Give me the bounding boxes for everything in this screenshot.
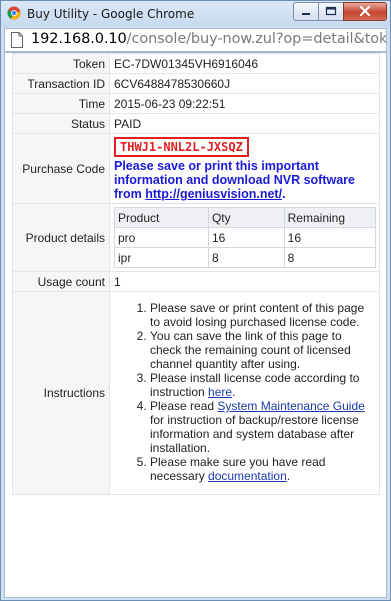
token-value: EC-7DW01345VH6916046 <box>109 53 380 74</box>
url-path: /console/buy-now.zul?op=detail&toker <box>126 31 387 47</box>
close-button[interactable] <box>343 2 387 21</box>
address-bar[interactable]: 192.168.0.10/console/buy-now.zul?op=deta… <box>4 28 387 52</box>
window-title: Buy Utility - Google Chrome <box>27 7 195 21</box>
qty-cell: 8 <box>207 247 285 268</box>
time-value: 2015-06-23 09:22:51 <box>109 93 380 114</box>
column-header-remaining: Remaining <box>283 207 377 228</box>
instruction-text: . <box>286 469 291 483</box>
token-label: Token <box>12 53 110 74</box>
chrome-icon <box>7 6 21 20</box>
instruction-item: Please read System Maintenance Guide for… <box>150 399 369 455</box>
transaction-row: Transaction ID 6CV6488478530660J <box>12 73 380 94</box>
instruction-item: Please make sure you have read necessary… <box>150 455 369 483</box>
documentation-link[interactable]: documentation <box>208 469 287 483</box>
install-instruction-link[interactable]: here <box>208 385 232 399</box>
save-notice: Please save or print this important info… <box>114 159 375 201</box>
instruction-item: You can save the link of this page to ch… <box>150 329 369 371</box>
order-details-table: Token EC-7DW01345VH6916046 Transaction I… <box>12 53 380 495</box>
title-bar[interactable]: Buy Utility - Google Chrome <box>1 1 390 27</box>
usage-count-value: 1 <box>109 271 380 292</box>
notice-end: . <box>282 187 286 201</box>
product-cell: ipr <box>114 247 209 268</box>
browser-window: Buy Utility - Google Chrome 192.168.0.10… <box>0 0 391 601</box>
column-header-qty: Qty <box>207 207 285 228</box>
maintenance-guide-link[interactable]: System Maintenance Guide <box>217 399 364 413</box>
purchase-code-value: THWJ1-NNL2L-JXSQZ <box>114 137 249 157</box>
status-value: PAID <box>109 113 380 134</box>
page-icon <box>11 32 23 48</box>
instruction-text: Please read <box>150 399 218 413</box>
product-cell: pro <box>114 227 209 248</box>
instruction-text: You can save the link of this page to ch… <box>150 329 351 371</box>
table-row: ipr 8 8 <box>114 247 377 268</box>
instructions-row: Instructions Please save or print conten… <box>12 291 380 495</box>
time-row: Time 2015-06-23 09:22:51 <box>12 93 380 114</box>
instruction-text: for instruction of backup/restore licens… <box>150 413 359 455</box>
minimize-icon <box>302 13 310 15</box>
product-table-header: Product Qty Remaining <box>114 207 377 228</box>
url-text[interactable]: 192.168.0.10/console/buy-now.zul?op=deta… <box>31 31 387 47</box>
instruction-item: Please install license code according to… <box>150 371 369 399</box>
remaining-cell: 16 <box>283 227 377 248</box>
usage-count-row: Usage count 1 <box>12 271 380 292</box>
qty-cell: 16 <box>207 227 285 248</box>
close-icon <box>359 5 371 17</box>
minimize-button[interactable] <box>293 2 319 21</box>
page-content: Token EC-7DW01345VH6916046 Transaction I… <box>4 52 387 598</box>
url-host: 192.168.0.10 <box>31 31 127 47</box>
transaction-label: Transaction ID <box>12 73 110 94</box>
token-row: Token EC-7DW01345VH6916046 <box>12 53 380 74</box>
usage-count-label: Usage count <box>12 271 110 292</box>
product-details-row: Product details Product Qty Remaining pr… <box>12 203 380 272</box>
instruction-text: Please install license code according to… <box>150 371 360 399</box>
product-table: Product Qty Remaining pro 16 16 ipr 8 8 <box>114 207 377 268</box>
instructions-label: Instructions <box>12 291 110 495</box>
instruction-text: . <box>232 385 236 399</box>
maximize-icon <box>325 6 337 16</box>
maximize-button[interactable] <box>318 2 344 21</box>
transaction-value: 6CV6488478530660J <box>109 73 380 94</box>
product-details-label: Product details <box>12 203 110 272</box>
instruction-item: Please save or print content of this pag… <box>150 301 369 329</box>
table-row: pro 16 16 <box>114 227 377 248</box>
purchase-code-label: Purchase Code <box>12 133 110 204</box>
column-header-product: Product <box>114 207 209 228</box>
instructions-list: Please save or print content of this pag… <box>114 301 369 483</box>
download-link[interactable]: http://geniusvision.net/ <box>145 187 282 201</box>
status-row: Status PAID <box>12 113 380 134</box>
time-label: Time <box>12 93 110 114</box>
status-label: Status <box>12 113 110 134</box>
instruction-text: Please save or print content of this pag… <box>150 301 365 329</box>
remaining-cell: 8 <box>283 247 377 268</box>
purchase-code-row: Purchase Code THWJ1-NNL2L-JXSQZ Please s… <box>12 133 380 204</box>
